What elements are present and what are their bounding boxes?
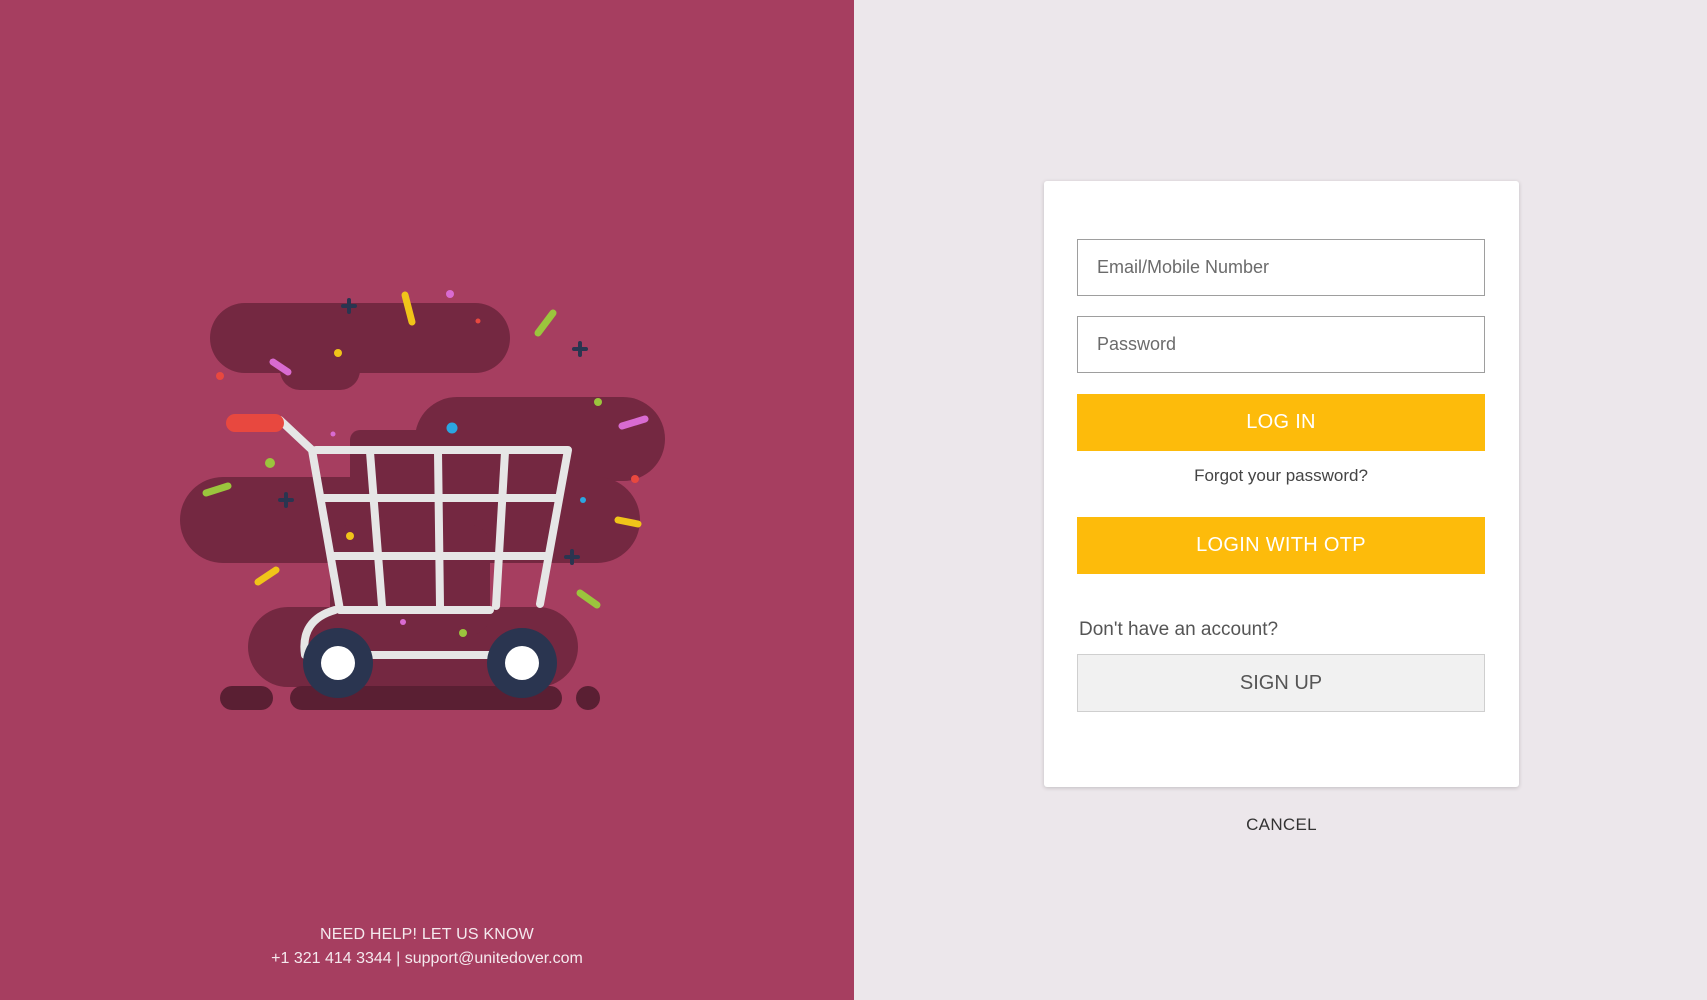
help-section: NEED HELP! LET US KNOW +1 321 414 3344 |…: [0, 926, 854, 968]
login-card: LOG IN Forgot your password? LOGIN WITH …: [1044, 181, 1519, 787]
forgot-password-link[interactable]: Forgot your password?: [1077, 466, 1485, 486]
login-button[interactable]: LOG IN: [1077, 394, 1485, 451]
signup-button[interactable]: SIGN UP: [1077, 654, 1485, 712]
email-input[interactable]: [1077, 239, 1485, 296]
shopping-cart-illustration: [180, 290, 665, 710]
right-login-panel: LOG IN Forgot your password? LOGIN WITH …: [854, 0, 1707, 1000]
no-account-label: Don't have an account?: [1079, 619, 1279, 640]
login-with-otp-button[interactable]: LOGIN WITH OTP: [1077, 517, 1485, 574]
left-brand-panel: NEED HELP! LET US KNOW +1 321 414 3344 |…: [0, 0, 871, 1000]
help-contact: +1 321 414 3344 | support@unitedover.com: [271, 950, 583, 967]
help-title: NEED HELP! LET US KNOW: [320, 926, 534, 943]
password-input[interactable]: [1077, 316, 1485, 373]
cancel-link[interactable]: CANCEL: [1044, 815, 1519, 835]
